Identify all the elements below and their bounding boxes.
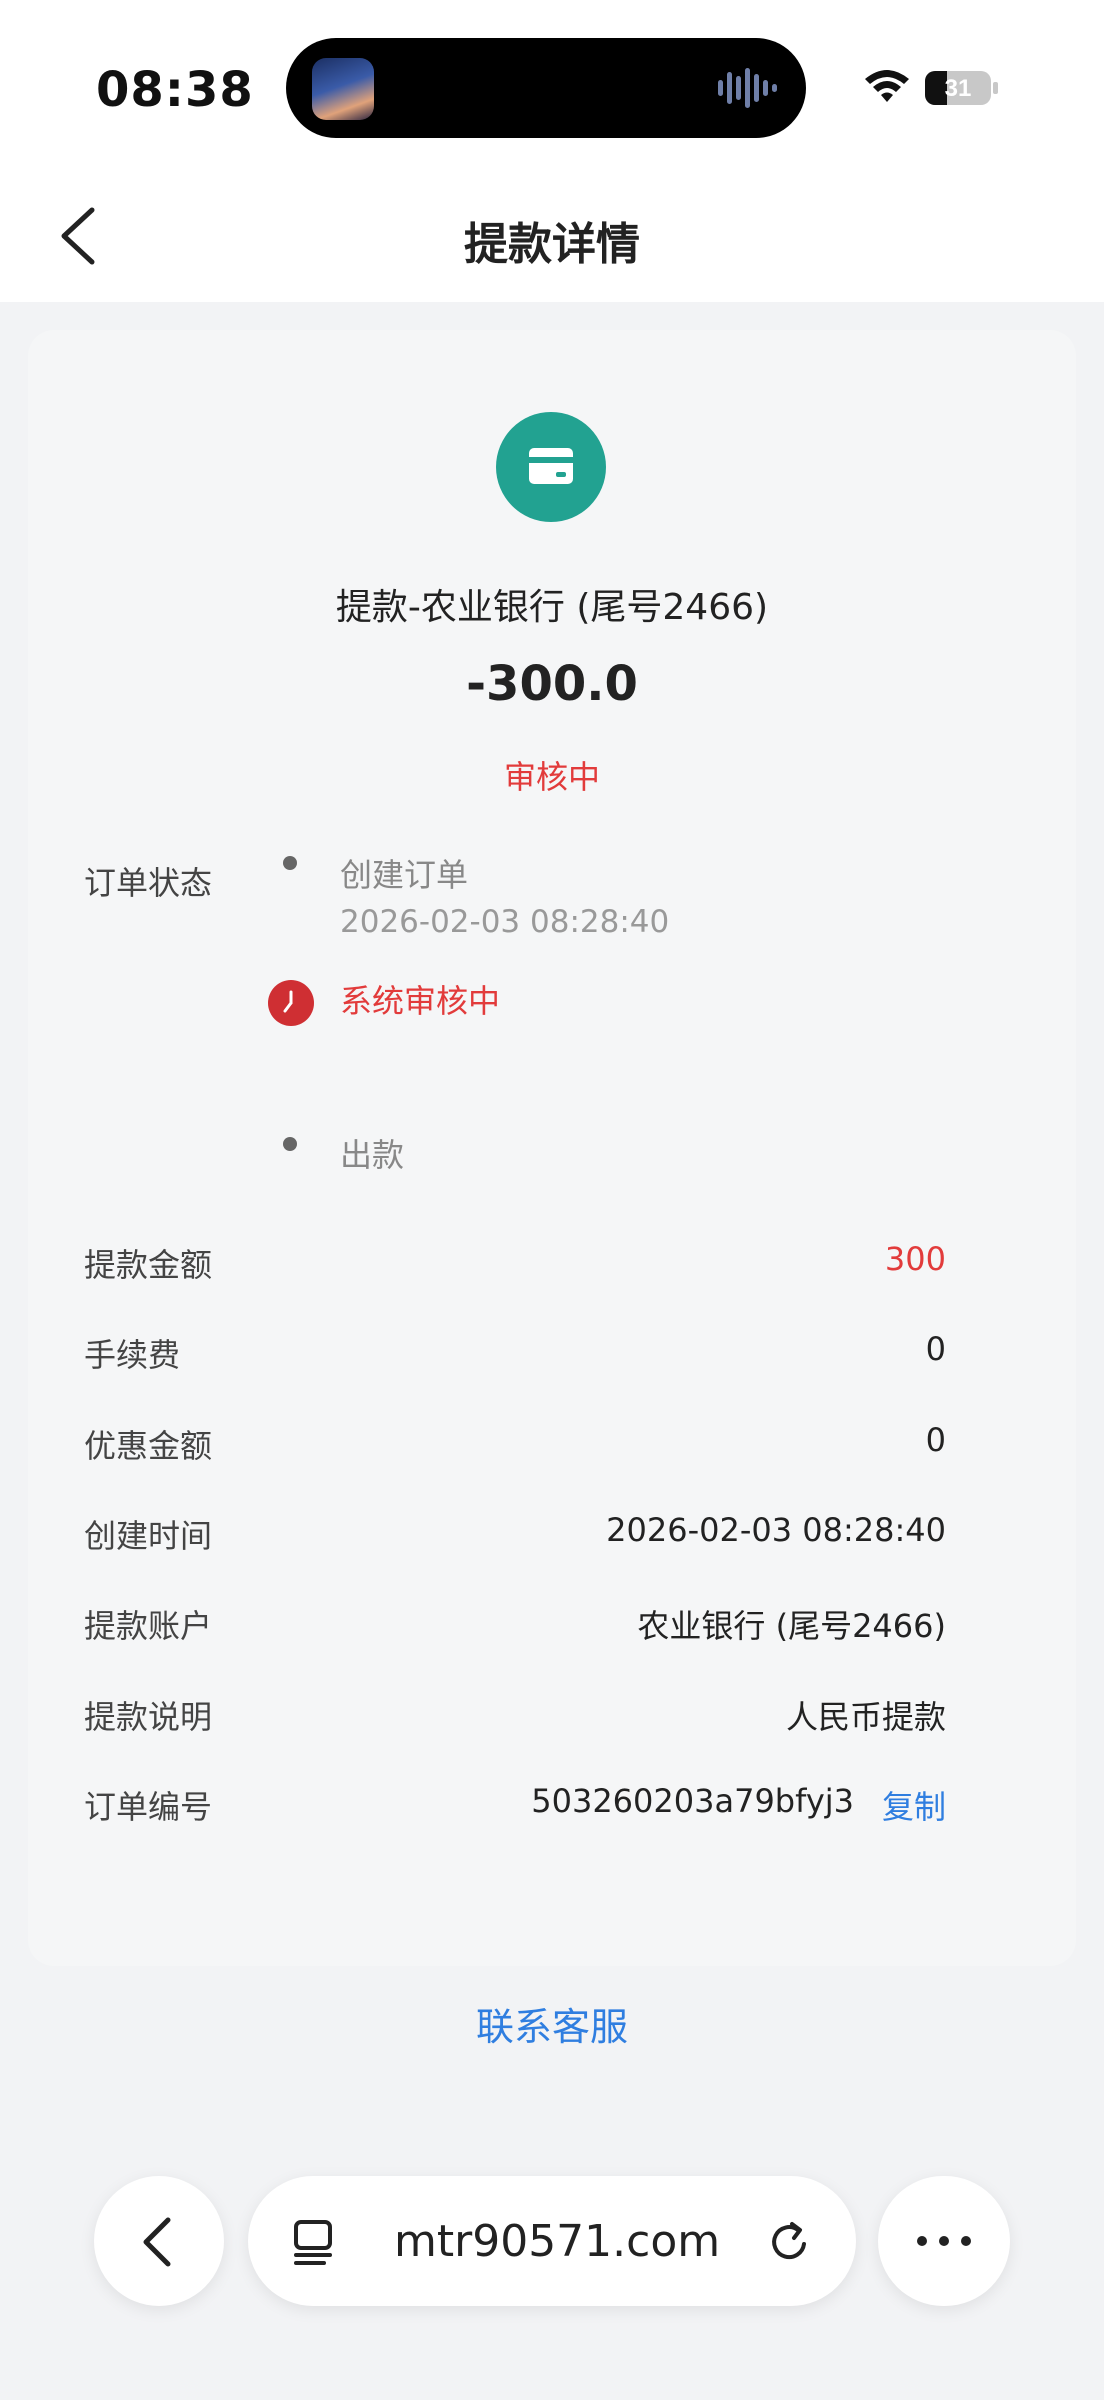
browser-url: mtr90571.com: [394, 2216, 721, 2267]
timeline-step-created-time: 2026-02-03 08:28:40: [340, 904, 670, 940]
detail-value-discount: 0: [925, 1421, 946, 1459]
page-title: 提款详情: [464, 219, 640, 270]
now-playing-artwork: [312, 58, 374, 120]
order-status-label: 订单状态: [84, 864, 213, 902]
detail-label-discount: 优惠金额: [84, 1427, 213, 1465]
page: 08:38 31 提款详情 提款-农业银行 (尾号2466) -300.0 审核…: [0, 0, 1104, 2400]
detail-label-created-time: 创建时间: [84, 1517, 213, 1555]
tabs-icon[interactable]: [290, 2218, 338, 2266]
timeline-step-reviewing: 系统审核中: [340, 982, 501, 1020]
detail-label-account: 提款账户: [84, 1607, 213, 1645]
detail-value-created-time: 2026-02-03 08:28:40: [606, 1511, 946, 1549]
chevron-left-icon: [143, 2217, 171, 2267]
nav-header: 提款详情: [0, 180, 1104, 302]
withdrawal-title: 提款-农业银行 (尾号2466): [335, 587, 769, 628]
timeline-dot: [283, 1137, 297, 1151]
clock-icon: [268, 980, 314, 1026]
timeline-dot: [283, 856, 297, 870]
battery-icon: 31: [925, 71, 998, 105]
wifi-icon: [865, 70, 909, 102]
dynamic-island[interactable]: [286, 38, 806, 138]
withdrawal-amount: -300.0: [466, 656, 638, 712]
timeline-step-payout: 出款: [340, 1136, 405, 1174]
wallet-icon: [496, 412, 606, 522]
detail-label-order-number: 订单编号: [84, 1788, 213, 1826]
detail-value-account: 农业银行 (尾号2466): [637, 1607, 946, 1645]
browser-back-button[interactable]: [94, 2176, 224, 2306]
contact-support-link[interactable]: 联系客服: [0, 1996, 1104, 2051]
status-bar: 08:38 31: [0, 0, 1104, 180]
audio-waveform-icon: [718, 68, 777, 108]
battery-level: 31: [945, 75, 972, 102]
detail-label-amount: 提款金额: [84, 1246, 213, 1284]
detail-label-description: 提款说明: [84, 1698, 213, 1736]
withdrawal-status: 审核中: [503, 758, 600, 796]
browser-more-button[interactable]: [878, 2176, 1010, 2306]
detail-value-order-number: 503260203a79bfyj3: [531, 1782, 854, 1820]
more-dots-icon: [917, 2236, 971, 2246]
detail-label-fee: 手续费: [84, 1336, 181, 1374]
browser-address-bar[interactable]: mtr90571.com: [248, 2176, 856, 2306]
copy-order-number-button[interactable]: 复制: [882, 1782, 946, 1828]
detail-value-description: 人民币提款: [785, 1698, 946, 1736]
status-time: 08:38: [96, 62, 254, 118]
timeline-step-created: 创建订单: [340, 856, 469, 894]
detail-value-amount: 300: [884, 1240, 946, 1278]
detail-value-fee: 0: [925, 1330, 946, 1368]
reload-icon[interactable]: [766, 2218, 814, 2266]
